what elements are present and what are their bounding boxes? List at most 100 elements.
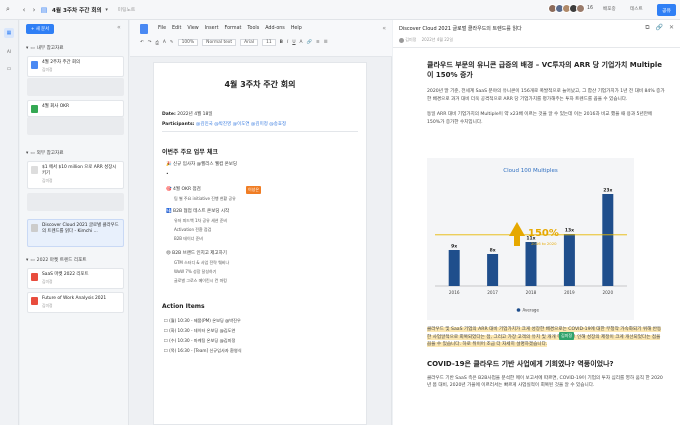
calendar-icon[interactable]: ▭ [4,64,14,74]
article-chart: Cloud 100 Multiples 9x 2016 8x 2017 11x 2018 13… [427,158,634,320]
document-sidebar: + 새 문서 « ▾ ▭ 내부 참고자료 4월 2주차 주간 회의 김미정 4월… [20,20,129,425]
doc-file-icon [31,61,38,69]
chevron-down-icon[interactable]: ▾ [102,5,112,15]
highlighted-paragraph[interactable]: 클라우드 및 SaaS 기업의 ARR 대비 기업가치가 크게 성장한 배경으로… [427,327,662,347]
list-item[interactable]: SaaS 마켓 2022 리포트 김미정 [27,268,124,289]
breadcrumb[interactable]: 미팅노트 [118,6,136,13]
checklist-item[interactable]: ☐ (월) 10:30 - 제품(PM) 온보딩 @박진우 [164,318,241,324]
section-title: 내부 참고자료 [36,46,64,51]
item-author: 김미정 [42,178,53,183]
open-external-icon[interactable]: ⧉ [645,24,649,32]
divider [162,131,358,132]
test-button[interactable]: 테스트 [630,6,643,12]
link-icon[interactable]: 🔗 [307,40,312,45]
section-header-market[interactable]: ▾ ▭ 2022 마켓 트렌드 리포트 [26,257,87,264]
menu-tools[interactable]: Tools [247,26,259,31]
font-size-select[interactable]: 11 [262,39,276,46]
share-button[interactable]: 공유 [657,4,676,16]
bar-value-label: 23x [603,188,612,194]
placeholder-block [27,117,124,135]
checklist-item[interactable]: ☐ (화) 10:30 - 데이터 온보딩 @김도연 [164,328,235,334]
bullet-item: 😄 B2B 브랜드 인지고 제고하기 [166,251,227,256]
section-header-internal[interactable]: ▾ ▭ 내부 참고자료 [26,45,64,52]
web-page-icon [31,166,38,174]
section-header-external[interactable]: ▾ ▭ 외부 참고자료 [26,150,63,157]
item-title: Future of Work Analysis 2021 [42,296,107,301]
spellcheck-icon[interactable]: A [163,40,166,45]
menu-file[interactable]: File [158,26,166,31]
x-tick-label: 2018 [526,290,537,295]
menu-bar: File Edit View Insert Format Tools Add-o… [158,26,302,31]
list-icon[interactable]: ☰ [324,40,328,45]
paint-format-icon[interactable]: ✎ [170,40,174,45]
search-icon[interactable]: ⌕ [3,5,13,15]
collapse-panel-icon[interactable]: « [382,25,386,32]
article-paragraph: 클라우드 기반 SaaS 측은 B2B사업을 분석한 메이 보고서에 따르면, … [427,375,663,389]
list-item[interactable]: $1 에서 $10 million 으로 ARR 성장시키기 김미정 [27,161,124,189]
chevron-down-icon: ▾ [26,45,29,51]
new-document-button[interactable]: + 새 문서 [26,24,54,34]
redo-icon[interactable]: ↷ [148,40,152,45]
italic-icon[interactable]: I [287,40,288,45]
style-select[interactable]: Normal text [202,39,237,46]
close-icon[interactable]: ✕ [669,24,674,32]
menu-insert[interactable]: Insert [205,26,219,31]
document-icon: ▤ [40,5,48,14]
list-item[interactable]: 4월 회사 OKR [27,100,124,117]
link-icon[interactable]: 🔗 [655,24,662,32]
document-title[interactable]: 4월 3주차 주간 회의 [52,6,102,14]
participants-line: Participants: @김민국 @박진영 @이도연 @김미정 @송효정 [162,121,286,127]
checklist-item[interactable]: ☐ (목) 16:30 - [Team] 신규입사자 환영식 [164,348,242,354]
chart-title: Cloud 100 Multiples [503,168,558,174]
list-item-selected[interactable]: Discover Cloud 2021 글로벌 클라우드의 트렌드를 읽다 - … [27,219,124,247]
checklist-item[interactable]: ☐ (수) 10:30 - 마케팅 온보딩 @김미정 [164,338,235,344]
collaborator-avatars[interactable] [548,4,585,13]
viewer-date: 2022년 4월 22일 [421,37,454,42]
documents-icon[interactable]: ▦ [4,28,14,38]
collab-cursor-tag: 김미정 [559,332,575,340]
bullet-item: 🛂 B2B 협업 테스트 온보딩 시작 [166,209,230,214]
menu-help[interactable]: Help [291,26,302,31]
article-paragraph: 클라우드 및 SaaS 기업의 ARR 대비 기업가치가 크게 성장한 배경으로… [427,326,665,349]
document-page[interactable]: 4월 3주차 주간 회의 Date: 2022년 4월 18일 Particip… [153,62,367,425]
list-item[interactable]: 4월 2주차 주간 회의 김미정 [27,56,124,77]
viewer-title: Discover Cloud 2021 글로벌 클라우드의 트렌드를 읽다 [399,26,522,32]
participants-label: Participants: [162,122,195,127]
pdf-file-icon [31,273,38,281]
undo-icon[interactable]: ↶ [140,40,144,45]
checklist-text: (수) 10:30 - 마케팅 온보딩 @김미정 [169,338,236,343]
participants-mentions[interactable]: @김민국 @박진영 @이도연 @김미정 @송효정 [196,122,286,127]
placeholder-block [27,78,124,96]
web-page-icon [31,224,38,232]
reference-viewer: Discover Cloud 2021 글로벌 클라우드의 트렌드를 읽다 김미… [393,20,680,425]
zoom-select[interactable]: 100% [177,39,199,46]
list-item[interactable]: Future of Work Analysis 2021 김미정 [27,292,124,313]
menu-view[interactable]: View [187,26,198,31]
print-icon[interactable]: ⎙ [155,40,159,46]
article-paragraph: 동일 ARR 대비 기업가치의 Multiple이 약 x23배 이르는 것을 … [427,112,653,125]
text-color-icon[interactable]: A [300,40,303,45]
checklist-text: (화) 10:30 - 데이터 온보딩 @김도연 [169,328,236,333]
bold-icon[interactable]: B [280,40,283,45]
article-paragraph: 2020년 말 기준, 전세계 SaaS 분야의 유니콘이 156개로 폭발적으… [427,89,665,102]
x-tick-label: 2019 [564,290,575,295]
ai-icon[interactable]: AI [4,46,14,56]
menu-addons[interactable]: Add-ons [265,26,285,31]
item-author: 김미정 [42,279,53,284]
avatar [576,4,585,13]
collaborator-count: 16 [587,6,594,11]
status-button[interactable]: 배포중 [603,6,616,12]
chart-bar [602,194,614,286]
back-arrow-icon[interactable]: ‹ [19,5,29,15]
menu-edit[interactable]: Edit [172,26,181,31]
checklist-text: (목) 16:30 - [Team] 신규입사자 환영식 [169,348,242,353]
underline-icon[interactable]: U [292,40,295,45]
chart-bar [563,234,575,286]
x-tick-label: 2017 [487,290,498,295]
date-value: 2022년 4월 18일 [177,112,213,117]
align-icon[interactable]: ≡ [316,40,320,45]
font-select[interactable]: Arial [240,39,259,46]
menu-format[interactable]: Format [224,26,241,31]
collapse-sidebar-icon[interactable]: « [117,24,121,31]
forward-arrow-icon[interactable]: › [29,5,39,15]
